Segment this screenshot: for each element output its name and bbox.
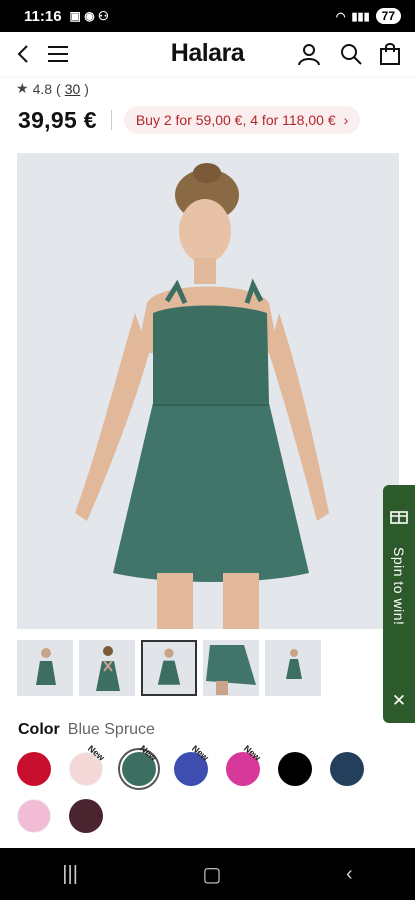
battery-level: 77 xyxy=(375,8,401,24)
color-label: Color xyxy=(18,721,60,738)
cart-icon[interactable] xyxy=(374,38,406,70)
close-icon[interactable]: ✕ xyxy=(392,691,406,711)
spin-label: Spin to win! xyxy=(391,547,407,626)
selected-color-name: Blue Spruce xyxy=(67,721,155,738)
swatch-1[interactable] xyxy=(17,752,51,786)
price-divider xyxy=(110,110,112,130)
rating-value: 4.8 xyxy=(32,80,53,97)
product-image[interactable] xyxy=(17,153,399,629)
wifi-icon: ◠ xyxy=(335,10,346,23)
thumbnail-4[interactable] xyxy=(203,640,259,696)
back-icon[interactable] xyxy=(8,38,40,70)
gift-icon xyxy=(390,511,408,524)
swatch-7[interactable] xyxy=(330,752,364,786)
promo-text: Buy 2 for 59,00 €, 4 for 118,00 € xyxy=(135,112,336,128)
notification-icons: ▣ ◉ ⚇ xyxy=(69,9,109,23)
paren-close: ) xyxy=(84,80,89,97)
swatch-8[interactable] xyxy=(17,799,51,833)
product-price: 39,95 € xyxy=(18,106,97,133)
thumbnail-5[interactable] xyxy=(265,640,321,696)
swatch-9[interactable] xyxy=(69,799,103,833)
system-nav-bar: ||| ▢ ‹ xyxy=(0,848,415,900)
color-selector-label: Color Blue Spruce xyxy=(18,721,155,739)
status-time: 11:16 xyxy=(24,7,62,25)
chevron-right-icon: › xyxy=(343,112,349,128)
recent-apps-icon[interactable]: ||| xyxy=(62,863,78,886)
signal-icon: ▮▮▮ xyxy=(351,10,370,23)
spin-to-win-tab[interactable]: Spin to win! ✕ xyxy=(383,485,415,723)
system-back-icon[interactable]: ‹ xyxy=(346,863,353,886)
paren-open: ( xyxy=(56,80,61,97)
menu-icon[interactable] xyxy=(42,38,74,70)
account-icon[interactable] xyxy=(293,38,325,70)
thumbnail-strip xyxy=(17,640,321,696)
star-icon: ★ xyxy=(16,80,29,96)
product-rating: ★ 4.8 ( 30 ) xyxy=(16,80,89,97)
price-row: 39,95 € Buy 2 for 59,00 €, 4 for 118,00 … xyxy=(18,106,361,134)
thumbnail-3-selected[interactable] xyxy=(141,640,197,696)
search-icon[interactable] xyxy=(335,38,367,70)
swatch-6[interactable] xyxy=(278,752,312,786)
status-bar: 11:16 ▣ ◉ ⚇ ◠ ▮▮▮ 77 xyxy=(0,0,415,32)
bundle-promo-button[interactable]: Buy 2 for 59,00 €, 4 for 118,00 € › xyxy=(123,106,361,134)
thumbnail-2[interactable] xyxy=(79,640,135,696)
app-header: Halara xyxy=(0,32,415,76)
review-count-link[interactable]: 30 xyxy=(65,81,81,97)
thumbnail-1[interactable] xyxy=(17,640,73,696)
home-icon[interactable]: ▢ xyxy=(203,862,222,887)
